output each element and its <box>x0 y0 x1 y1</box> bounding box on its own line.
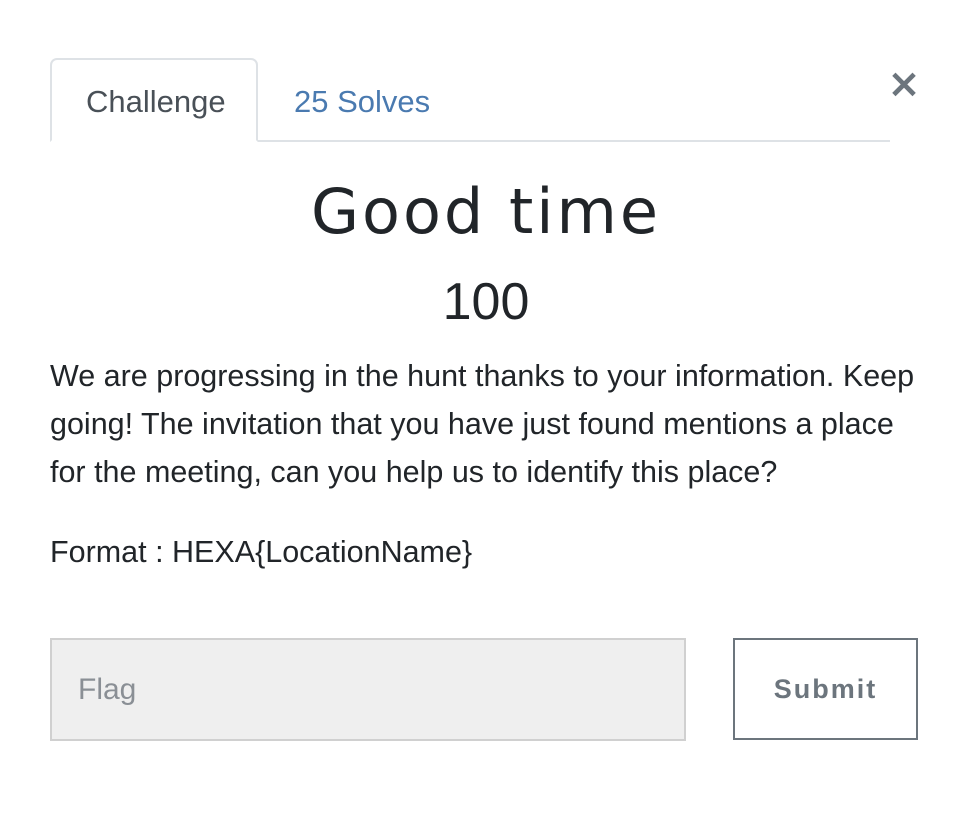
flag-format-text: Format : HEXA{LocationName} <box>50 535 473 569</box>
submit-button[interactable]: Submit <box>733 638 918 740</box>
tab-solves[interactable]: 25 Solves <box>258 58 466 142</box>
challenge-tabs: Challenge 25 Solves <box>50 58 890 142</box>
flag-input[interactable] <box>50 638 686 741</box>
challenge-description: We are progressing in the hunt thanks to… <box>50 352 930 576</box>
challenge-name: Good time <box>310 175 662 248</box>
close-icon[interactable]: × <box>886 64 922 104</box>
description-paragraph: We are progressing in the hunt thanks to… <box>50 359 915 489</box>
tab-challenge[interactable]: Challenge <box>50 58 258 142</box>
challenge-modal: × Challenge 25 Solves Good time 100 We a… <box>0 0 972 826</box>
challenge-value: 100 <box>442 273 530 331</box>
